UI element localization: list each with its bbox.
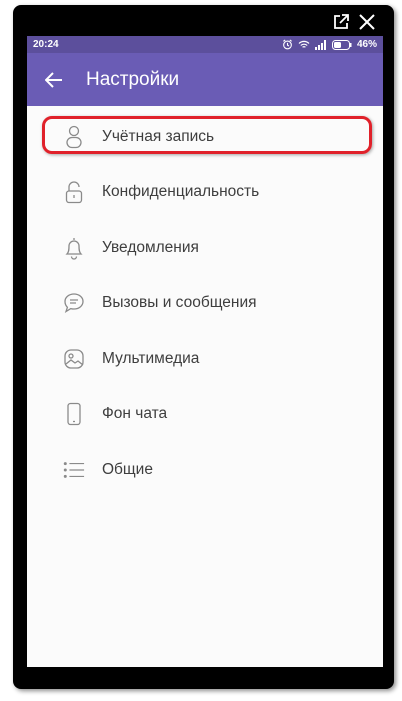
bell-icon <box>63 235 85 261</box>
media-icon <box>63 346 85 372</box>
settings-item-label: Учётная запись <box>102 127 215 145</box>
list-icon <box>63 457 85 483</box>
status-time: 20:24 <box>33 39 59 50</box>
app-bar: Настройки <box>27 53 383 106</box>
status-bar: 20:24 46% <box>27 36 383 53</box>
signal-icon <box>314 39 327 50</box>
settings-item-label: Уведомления <box>102 238 199 256</box>
wifi-icon <box>298 40 310 50</box>
chat-bubble-icon <box>63 290 85 316</box>
settings-item-account[interactable]: Учётная запись <box>27 109 383 165</box>
settings-item-general[interactable]: Общие <box>27 442 383 498</box>
settings-list: Учётная запись Конфиденциальность Уведом… <box>27 106 383 498</box>
settings-item-notifications[interactable]: Уведомления <box>27 220 383 276</box>
alarm-icon <box>282 39 293 50</box>
account-icon <box>63 124 85 150</box>
page-title: Настройки <box>86 68 180 90</box>
settings-item-media[interactable]: Мультимедиа <box>27 331 383 387</box>
battery-icon <box>331 39 352 50</box>
settings-item-calls-messages[interactable]: Вызовы и сообщения <box>27 276 383 332</box>
app-screen: 20:24 46% Настройки Учётная запись Конфи… <box>27 36 383 667</box>
lock-icon <box>63 179 85 205</box>
settings-item-label: Общие <box>102 460 153 478</box>
settings-item-label: Конфиденциальность <box>102 183 260 201</box>
battery-percent: 46% <box>356 39 377 50</box>
settings-item-chat-background[interactable]: Фон чата <box>27 387 383 443</box>
popout-icon[interactable] <box>332 13 350 31</box>
settings-item-label: Фон чата <box>102 405 168 423</box>
settings-item-label: Мультимедиа <box>102 349 200 367</box>
back-arrow-icon[interactable] <box>27 53 81 106</box>
settings-item-privacy[interactable]: Конфиденциальность <box>27 165 383 221</box>
settings-item-label: Вызовы и сообщения <box>102 294 257 312</box>
phone-icon <box>63 401 85 427</box>
close-icon[interactable] <box>358 13 376 31</box>
